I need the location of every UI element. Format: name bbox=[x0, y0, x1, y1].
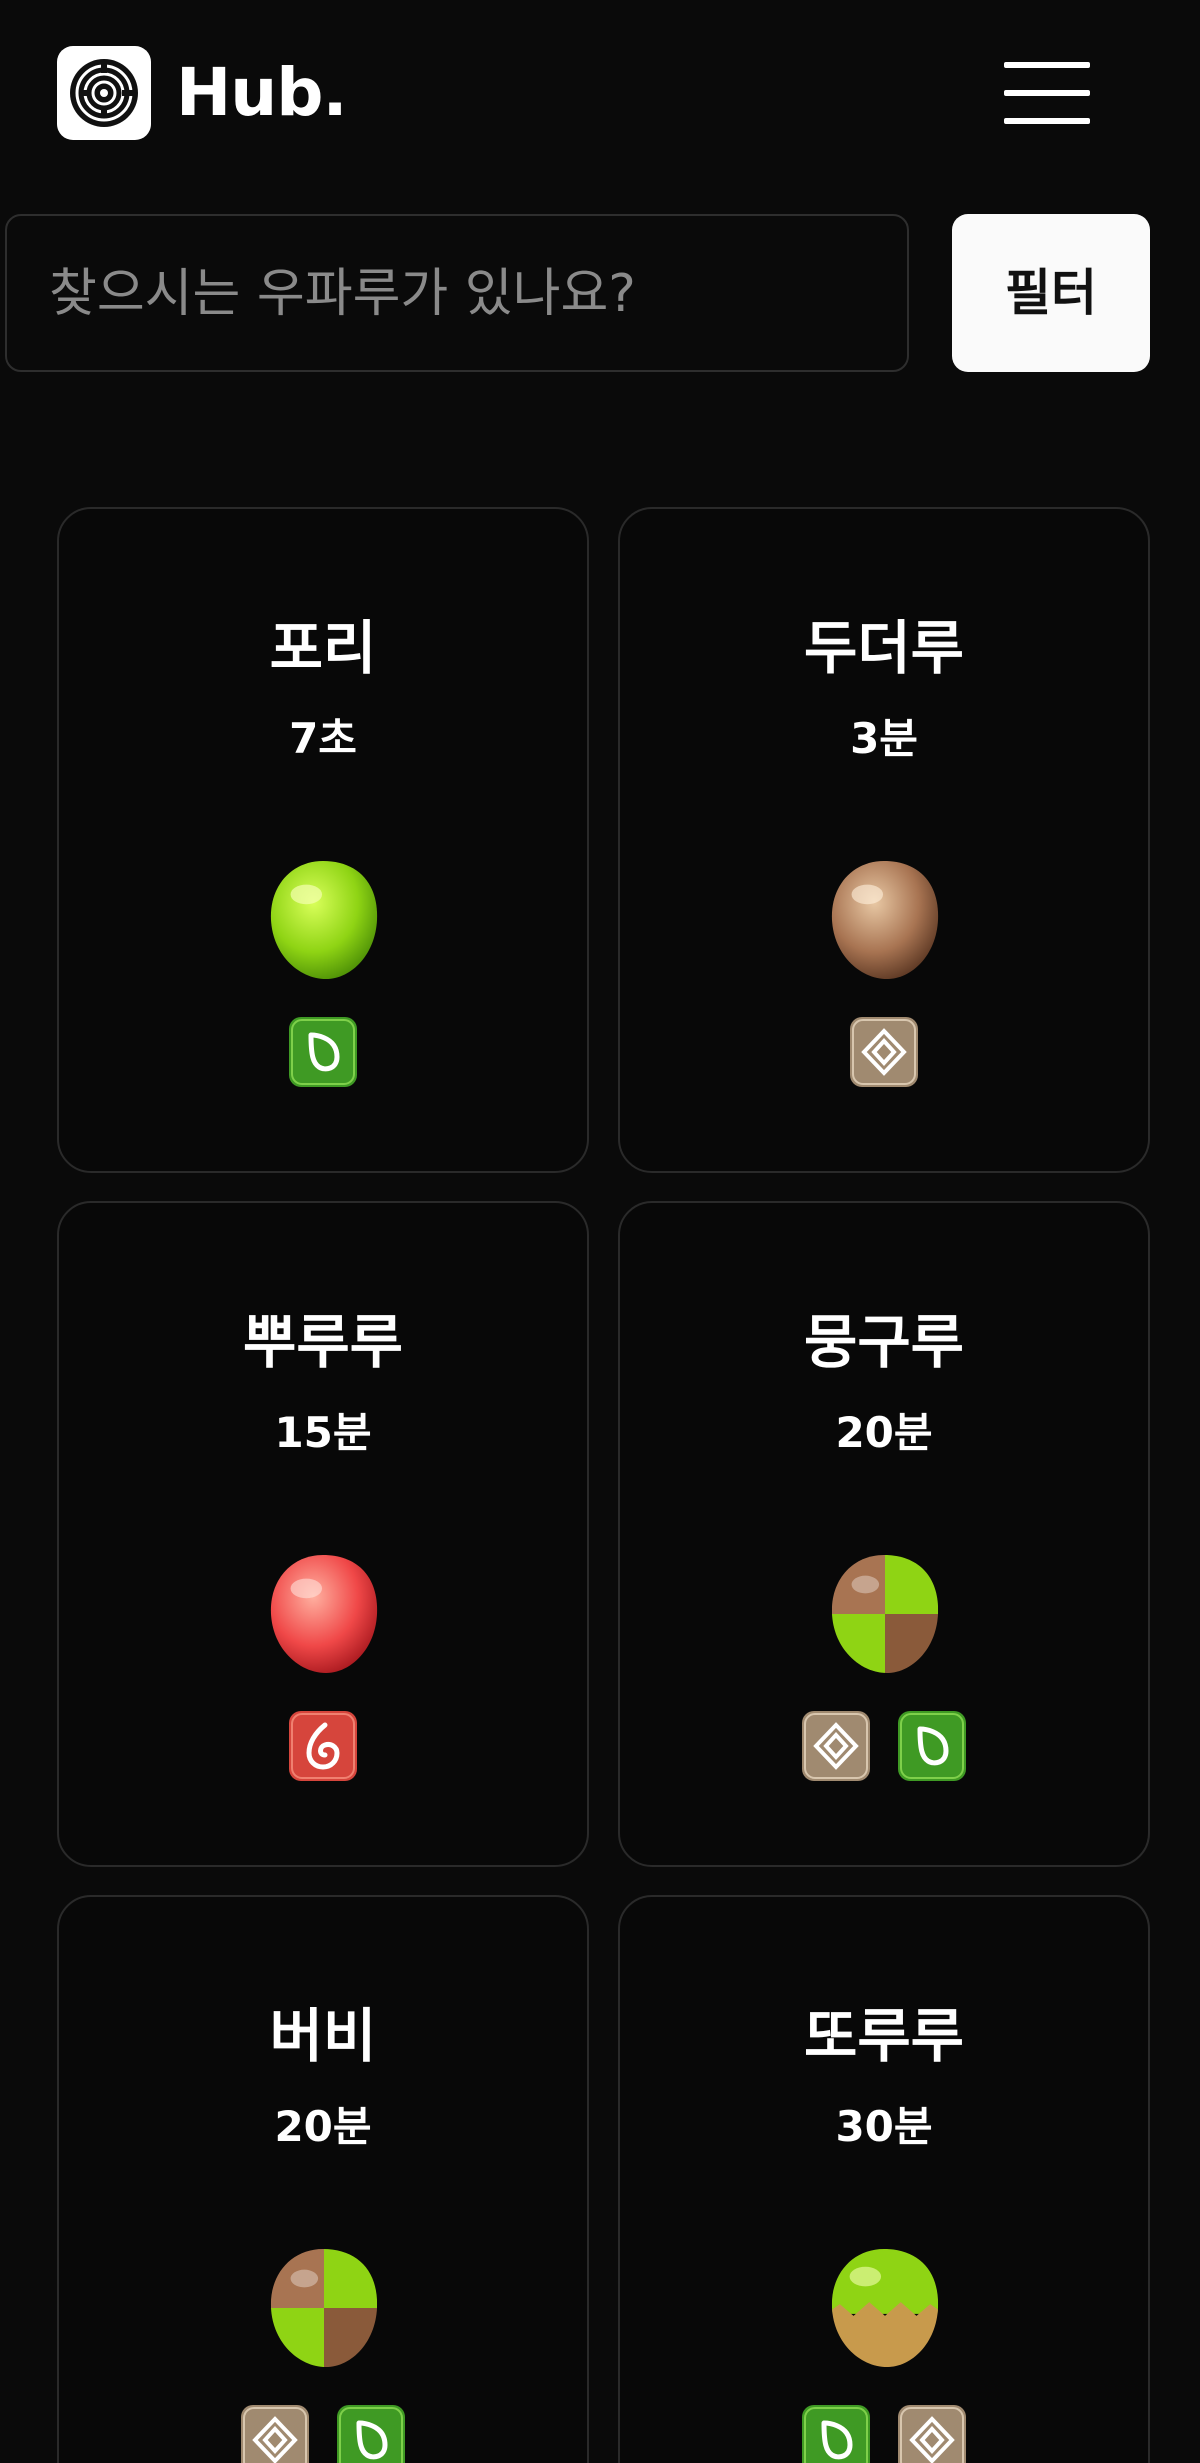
earth-element-icon bbox=[898, 2405, 966, 2463]
upalu-card[interactable]: 두더루 3분 bbox=[618, 507, 1150, 1173]
egg-icon bbox=[831, 2249, 939, 2367]
egg-icon bbox=[270, 2249, 378, 2367]
upalu-card[interactable]: 버비 20분 bbox=[57, 1895, 589, 2463]
earth-element-icon bbox=[241, 2405, 309, 2463]
upalu-card[interactable]: 뿌루루 15분 bbox=[57, 1201, 589, 1867]
fire-element-icon bbox=[289, 1711, 357, 1781]
nature-element-icon bbox=[337, 2405, 405, 2463]
upalu-card[interactable]: 뭉구루 20분 bbox=[618, 1201, 1150, 1867]
card-name: 뭉구루 bbox=[803, 1308, 965, 1376]
card-time: 15분 bbox=[274, 1408, 372, 1457]
logo[interactable] bbox=[57, 46, 151, 140]
maze-target-icon bbox=[70, 59, 138, 127]
egg-icon bbox=[270, 861, 378, 979]
card-name: 버비 bbox=[269, 2002, 377, 2070]
card-time: 20분 bbox=[274, 2102, 372, 2151]
upalu-card[interactable]: 포리 7초 bbox=[57, 507, 589, 1173]
card-name: 포리 bbox=[269, 614, 377, 682]
search-box bbox=[5, 214, 909, 372]
egg-icon bbox=[831, 1555, 939, 1673]
page: Hub. 필터 포리 7초 두더루 3분 뿌루루 15분 뭉구루 20분 bbox=[0, 0, 1200, 2463]
egg-icon bbox=[831, 861, 939, 979]
earth-element-icon bbox=[850, 1017, 918, 1087]
nature-element-icon bbox=[898, 1711, 966, 1781]
brand-name[interactable]: Hub. bbox=[176, 50, 348, 136]
header: Hub. bbox=[0, 0, 1200, 190]
card-name: 뿌루루 bbox=[242, 1308, 404, 1376]
element-badges bbox=[620, 2405, 1148, 2463]
element-badges bbox=[59, 2405, 587, 2463]
element-badges bbox=[620, 1711, 1148, 1783]
element-badges bbox=[59, 1711, 587, 1783]
element-badges bbox=[620, 1017, 1148, 1089]
nature-element-icon bbox=[802, 2405, 870, 2463]
nature-element-icon bbox=[289, 1017, 357, 1087]
hamburger-menu-icon[interactable] bbox=[1004, 62, 1090, 124]
card-name: 또루루 bbox=[803, 2002, 965, 2070]
element-badges bbox=[59, 1017, 587, 1089]
card-time: 30분 bbox=[835, 2102, 933, 2151]
search-input[interactable] bbox=[47, 216, 891, 372]
card-name: 두더루 bbox=[803, 614, 965, 682]
card-time: 20분 bbox=[835, 1408, 933, 1457]
card-time: 7초 bbox=[289, 714, 357, 763]
filter-button[interactable]: 필터 bbox=[952, 214, 1150, 372]
earth-element-icon bbox=[802, 1711, 870, 1781]
card-time: 3분 bbox=[850, 714, 918, 763]
upalu-card[interactable]: 또루루 30분 bbox=[618, 1895, 1150, 2463]
egg-icon bbox=[270, 1555, 378, 1673]
